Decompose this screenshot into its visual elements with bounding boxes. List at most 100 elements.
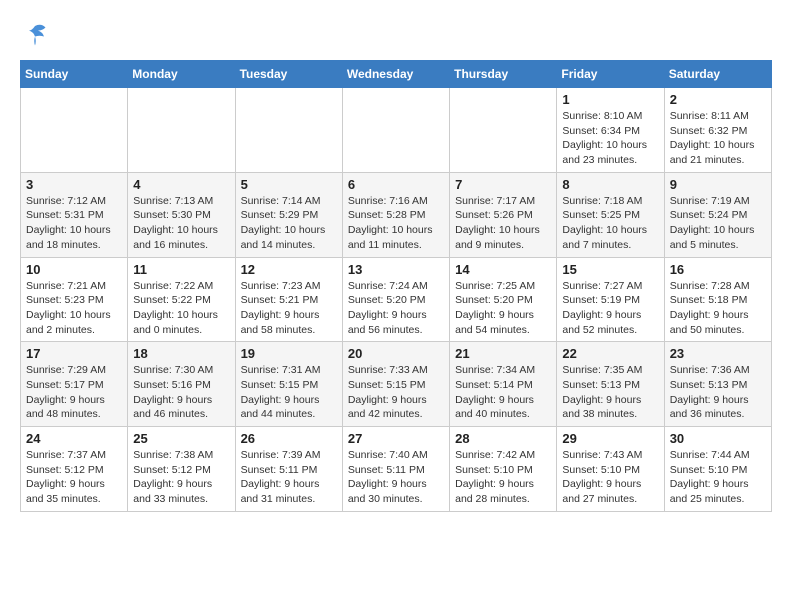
day-info: Sunrise: 7:38 AM Sunset: 5:12 PM Dayligh… [133,448,229,507]
day-number: 1 [562,92,658,107]
calendar-week-row: 24 Sunrise: 7:37 AM Sunset: 5:12 PM Dayli… [21,427,772,512]
day-info: Sunrise: 7:21 AM Sunset: 5:23 PM Dayligh… [26,279,122,338]
day-info: Sunrise: 7:14 AM Sunset: 5:29 PM Dayligh… [241,194,337,253]
day-number: 23 [670,346,766,361]
weekday-header: Tuesday [235,61,342,88]
calendar-week-row: 10 Sunrise: 7:21 AM Sunset: 5:23 PM Dayli… [21,257,772,342]
calendar-cell: 11Sunrise: 7:22 AM Sunset: 5:22 PM Dayli… [128,257,235,342]
day-info: Sunrise: 7:12 AM Sunset: 5:31 PM Dayligh… [26,194,122,253]
day-number: 19 [241,346,337,361]
day-info: Sunrise: 7:22 AM Sunset: 5:22 PM Dayligh… [133,279,229,338]
day-info: Sunrise: 7:37 AM Sunset: 5:12 PM Dayligh… [26,448,122,507]
calendar-cell: 8 Sunrise: 7:18 AM Sunset: 5:25 PM Daylig… [557,172,664,257]
day-info: Sunrise: 7:36 AM Sunset: 5:13 PM Dayligh… [670,363,766,422]
calendar-cell: 17 Sunrise: 7:29 AM Sunset: 5:17 PM Dayli… [21,342,128,427]
calendar-cell [342,88,449,173]
calendar-cell: 26 Sunrise: 7:39 AM Sunset: 5:11 PM Dayli… [235,427,342,512]
calendar-cell [128,88,235,173]
day-number: 12 [241,262,337,277]
calendar-cell [21,88,128,173]
calendar-cell: 29 Sunrise: 7:43 AM Sunset: 5:10 PM Dayli… [557,427,664,512]
day-info: Sunrise: 7:42 AM Sunset: 5:10 PM Dayligh… [455,448,551,507]
calendar-cell: 20 Sunrise: 7:33 AM Sunset: 5:15 PM Dayli… [342,342,449,427]
day-info: Sunrise: 7:39 AM Sunset: 5:11 PM Dayligh… [241,448,337,507]
calendar-cell: 22 Sunrise: 7:35 AM Sunset: 5:13 PM Dayli… [557,342,664,427]
day-info: Sunrise: 7:30 AM Sunset: 5:16 PM Dayligh… [133,363,229,422]
day-info: Sunrise: 7:34 AM Sunset: 5:14 PM Dayligh… [455,363,551,422]
day-number: 30 [670,431,766,446]
calendar-cell: 7Sunrise: 7:17 AM Sunset: 5:26 PM Daylig… [450,172,557,257]
calendar-week-row: 3 Sunrise: 7:12 AM Sunset: 5:31 PM Daylig… [21,172,772,257]
day-number: 25 [133,431,229,446]
calendar-week-row: 1 Sunrise: 8:10 AM Sunset: 6:34 PM Daylig… [21,88,772,173]
day-number: 24 [26,431,122,446]
calendar-cell [235,88,342,173]
day-info: Sunrise: 7:29 AM Sunset: 5:17 PM Dayligh… [26,363,122,422]
day-number: 21 [455,346,551,361]
calendar-week-row: 17 Sunrise: 7:29 AM Sunset: 5:17 PM Dayli… [21,342,772,427]
weekday-header: Sunday [21,61,128,88]
day-info: Sunrise: 7:16 AM Sunset: 5:28 PM Dayligh… [348,194,444,253]
calendar-cell: 23 Sunrise: 7:36 AM Sunset: 5:13 PM Dayli… [664,342,771,427]
day-number: 2 [670,92,766,107]
day-number: 22 [562,346,658,361]
day-info: Sunrise: 7:28 AM Sunset: 5:18 PM Dayligh… [670,279,766,338]
calendar-cell: 10 Sunrise: 7:21 AM Sunset: 5:23 PM Dayli… [21,257,128,342]
day-number: 15 [562,262,658,277]
day-info: Sunrise: 7:24 AM Sunset: 5:20 PM Dayligh… [348,279,444,338]
day-number: 4 [133,177,229,192]
weekday-header: Monday [128,61,235,88]
calendar-header-row: SundayMondayTuesdayWednesdayThursdayFrid… [21,61,772,88]
day-number: 18 [133,346,229,361]
day-number: 6 [348,177,444,192]
page-header [20,20,772,50]
calendar-cell: 13Sunrise: 7:24 AM Sunset: 5:20 PM Dayli… [342,257,449,342]
day-info: Sunrise: 7:19 AM Sunset: 5:24 PM Dayligh… [670,194,766,253]
day-info: Sunrise: 8:11 AM Sunset: 6:32 PM Dayligh… [670,109,766,168]
day-number: 27 [348,431,444,446]
calendar-cell: 21 Sunrise: 7:34 AM Sunset: 5:14 PM Dayli… [450,342,557,427]
day-number: 5 [241,177,337,192]
calendar-table: SundayMondayTuesdayWednesdayThursdayFrid… [20,60,772,512]
day-number: 28 [455,431,551,446]
day-info: Sunrise: 7:23 AM Sunset: 5:21 PM Dayligh… [241,279,337,338]
calendar-cell: 28 Sunrise: 7:42 AM Sunset: 5:10 PM Dayli… [450,427,557,512]
day-number: 9 [670,177,766,192]
day-number: 29 [562,431,658,446]
logo [20,20,54,50]
day-number: 20 [348,346,444,361]
day-info: Sunrise: 7:27 AM Sunset: 5:19 PM Dayligh… [562,279,658,338]
calendar-cell: 9 Sunrise: 7:19 AM Sunset: 5:24 PM Daylig… [664,172,771,257]
weekday-header: Saturday [664,61,771,88]
day-info: Sunrise: 7:35 AM Sunset: 5:13 PM Dayligh… [562,363,658,422]
day-info: Sunrise: 8:10 AM Sunset: 6:34 PM Dayligh… [562,109,658,168]
day-info: Sunrise: 7:33 AM Sunset: 5:15 PM Dayligh… [348,363,444,422]
day-number: 3 [26,177,122,192]
calendar-cell: 24 Sunrise: 7:37 AM Sunset: 5:12 PM Dayli… [21,427,128,512]
day-info: Sunrise: 7:13 AM Sunset: 5:30 PM Dayligh… [133,194,229,253]
calendar-cell: 1 Sunrise: 8:10 AM Sunset: 6:34 PM Daylig… [557,88,664,173]
day-number: 10 [26,262,122,277]
calendar-cell: 12 Sunrise: 7:23 AM Sunset: 5:21 PM Dayli… [235,257,342,342]
weekday-header: Wednesday [342,61,449,88]
day-info: Sunrise: 7:31 AM Sunset: 5:15 PM Dayligh… [241,363,337,422]
day-number: 26 [241,431,337,446]
day-number: 8 [562,177,658,192]
calendar-cell: 25 Sunrise: 7:38 AM Sunset: 5:12 PM Dayli… [128,427,235,512]
calendar-cell: 6 Sunrise: 7:16 AM Sunset: 5:28 PM Daylig… [342,172,449,257]
day-number: 16 [670,262,766,277]
day-info: Sunrise: 7:44 AM Sunset: 5:10 PM Dayligh… [670,448,766,507]
calendar-cell: 4 Sunrise: 7:13 AM Sunset: 5:30 PM Daylig… [128,172,235,257]
logo-icon [20,20,50,50]
calendar-cell: 3 Sunrise: 7:12 AM Sunset: 5:31 PM Daylig… [21,172,128,257]
day-number: 17 [26,346,122,361]
day-info: Sunrise: 7:40 AM Sunset: 5:11 PM Dayligh… [348,448,444,507]
day-info: Sunrise: 7:43 AM Sunset: 5:10 PM Dayligh… [562,448,658,507]
calendar-cell: 30 Sunrise: 7:44 AM Sunset: 5:10 PM Dayli… [664,427,771,512]
calendar-cell: 19 Sunrise: 7:31 AM Sunset: 5:15 PM Dayli… [235,342,342,427]
day-number: 7 [455,177,551,192]
day-info: Sunrise: 7:18 AM Sunset: 5:25 PM Dayligh… [562,194,658,253]
calendar-cell: 16 Sunrise: 7:28 AM Sunset: 5:18 PM Dayli… [664,257,771,342]
calendar-cell [450,88,557,173]
calendar-cell: 14Sunrise: 7:25 AM Sunset: 5:20 PM Dayli… [450,257,557,342]
